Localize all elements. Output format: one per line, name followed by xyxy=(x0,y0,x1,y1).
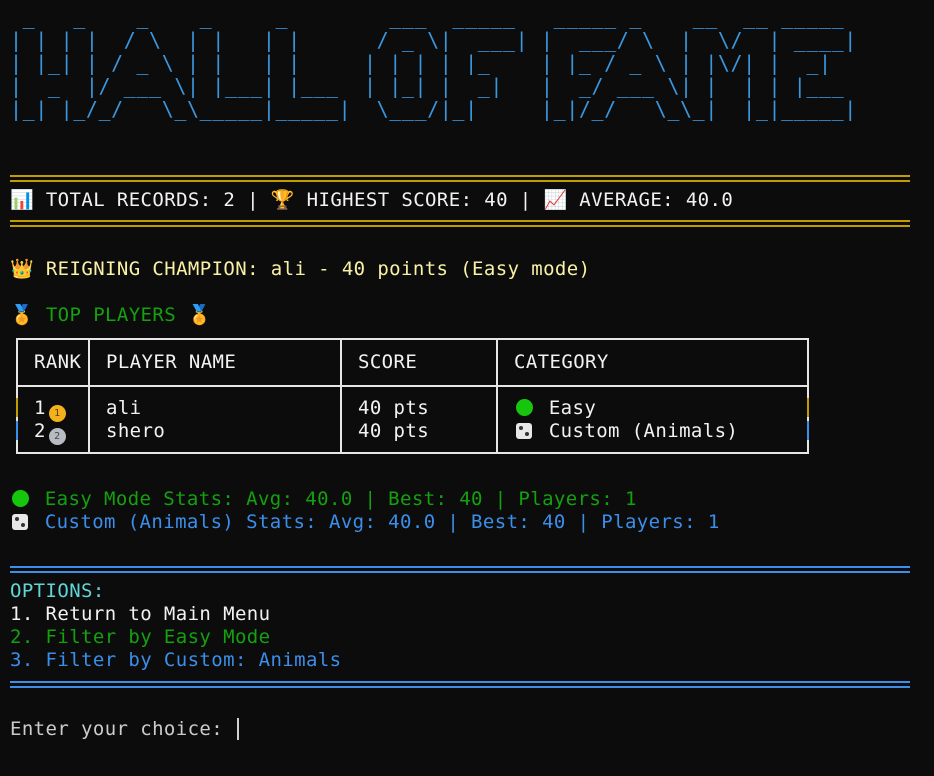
summary-line: 📊 TOTAL RECORDS: 2 | 🏆 HIGHEST SCORE: 40… xyxy=(10,189,733,212)
option-filter-easy[interactable]: 2. Filter by Easy Mode xyxy=(10,626,270,649)
choice-prompt[interactable]: Enter your choice: xyxy=(10,718,239,741)
highest-score: HIGHEST SCORE: 40 xyxy=(306,189,508,211)
trend-up-icon: 📈 xyxy=(543,189,568,211)
blue-divider-bottom xyxy=(10,681,910,688)
easy-mode-stats: Easy Mode Stats: Avg: 40.0 | Best: 40 | … xyxy=(10,488,637,511)
option-return-main-menu[interactable]: 1. Return to Main Menu xyxy=(10,603,270,626)
die-icon xyxy=(12,514,28,530)
champion-text: REIGNING CHAMPION: ali - 40 points (Easy… xyxy=(45,258,591,280)
medal-icon: 🏅 xyxy=(187,304,212,326)
prompt-text: Enter your choice: xyxy=(10,718,235,740)
bar-chart-icon: 📊 xyxy=(10,189,35,211)
crown-icon: 👑 xyxy=(10,258,35,280)
top-players-heading: 🏅 TOP PLAYERS 🏅 xyxy=(10,304,212,327)
leaderboard-table: RANK PLAYER NAME SCORE CATEGORY 11 ali 4… xyxy=(16,338,809,454)
hall-of-fame-ascii-banner: _ _ _ _ _ ___ _____ _____ _ __ __ _____ … xyxy=(10,5,857,121)
table-row-category: Easy xyxy=(514,397,596,420)
table-row-score: 40 pts xyxy=(358,420,430,442)
reigning-champion-line: 👑 REIGNING CHAMPION: ali - 40 points (Ea… xyxy=(10,258,590,281)
green-circle-icon xyxy=(12,490,29,507)
trophy-icon: 🏆 xyxy=(270,189,295,211)
terminal-window: _ _ _ _ _ ___ _____ _____ _ __ __ _____ … xyxy=(0,0,934,776)
die-icon xyxy=(516,423,532,439)
table-row-player: shero xyxy=(106,420,166,442)
silver-medal-icon: 2 xyxy=(48,428,66,445)
medal-icon: 🏅 xyxy=(10,304,35,326)
table-row-rank: 11 xyxy=(34,397,66,422)
separator: | xyxy=(507,189,544,211)
header-rank: RANK xyxy=(34,351,82,373)
header-score: SCORE xyxy=(358,351,418,373)
top-players-title: TOP PLAYERS xyxy=(45,304,177,326)
gold-divider-top xyxy=(10,175,910,182)
option-filter-custom-animals[interactable]: 3. Filter by Custom: Animals xyxy=(10,649,342,672)
table-row-rank: 22 xyxy=(34,420,66,445)
blue-divider-top xyxy=(10,566,910,573)
gold-divider-bottom xyxy=(10,220,910,227)
header-category: CATEGORY xyxy=(514,351,609,373)
average-score: AVERAGE: 40.0 xyxy=(579,189,734,211)
table-row-player: ali xyxy=(106,397,142,419)
total-records: TOTAL RECORDS: 2 xyxy=(45,189,236,211)
separator: | xyxy=(235,189,271,211)
green-circle-icon xyxy=(516,399,533,416)
table-row-category: Custom (Animals) xyxy=(514,420,738,443)
options-title: OPTIONS: xyxy=(10,580,105,602)
header-player-name: PLAYER NAME xyxy=(106,351,237,373)
text-cursor[interactable] xyxy=(236,718,239,740)
table-row-score: 40 pts xyxy=(358,397,430,419)
custom-mode-stats: Custom (Animals) Stats: Avg: 40.0 | Best… xyxy=(10,511,720,534)
